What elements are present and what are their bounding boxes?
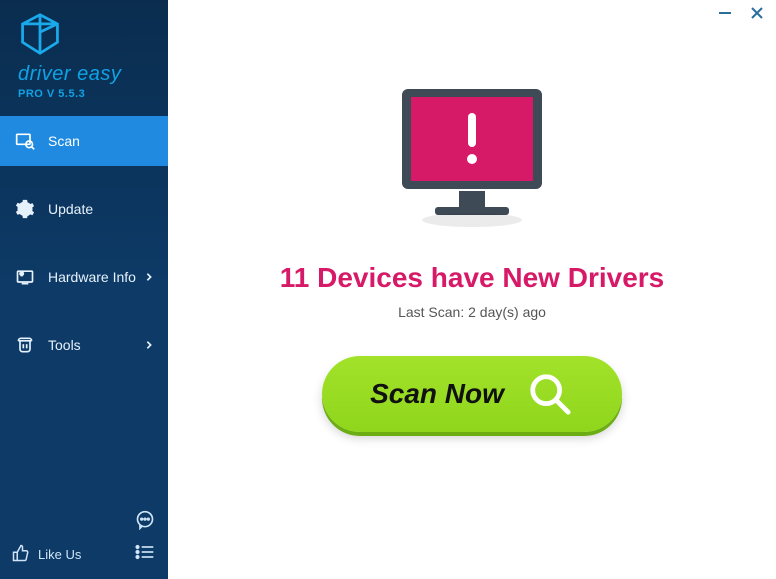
chat-icon xyxy=(135,510,155,535)
sidebar-nav: Scan Update i xyxy=(0,116,168,388)
sidebar-item-hardware[interactable]: i Hardware Info xyxy=(0,252,168,302)
hardware-info-icon: i xyxy=(14,266,36,288)
sidebar-item-update[interactable]: Update xyxy=(0,184,168,234)
sidebar-item-label: Tools xyxy=(48,337,144,353)
svg-text:i: i xyxy=(21,271,22,276)
close-button[interactable] xyxy=(748,6,766,24)
scan-icon xyxy=(14,130,36,152)
titlebar-controls xyxy=(716,6,766,24)
footer-icon-group xyxy=(134,511,156,565)
sidebar-item-label: Scan xyxy=(48,133,154,149)
sidebar-item-tools[interactable]: Tools xyxy=(0,320,168,370)
thumbs-up-icon xyxy=(12,544,30,565)
menu-button[interactable] xyxy=(134,543,156,565)
gear-icon xyxy=(14,198,36,220)
app-window: driver easy PRO V 5.5.3 Scan xyxy=(0,0,776,579)
status-illustration xyxy=(382,80,562,240)
status-headline: 11 Devices have New Drivers xyxy=(280,262,664,294)
like-us-button[interactable]: Like Us xyxy=(12,544,81,565)
content-area: 11 Devices have New Drivers Last Scan: 2… xyxy=(168,0,776,432)
minimize-icon xyxy=(718,6,732,25)
sidebar-item-label: Hardware Info xyxy=(48,269,144,285)
scan-now-label: Scan Now xyxy=(370,378,504,410)
sidebar-item-scan[interactable]: Scan xyxy=(0,116,168,166)
last-scan-text: Last Scan: 2 day(s) ago xyxy=(398,304,546,320)
sidebar-footer: Like Us xyxy=(0,501,168,579)
close-icon xyxy=(750,6,764,25)
app-logo-icon xyxy=(18,12,168,61)
brand-name: driver easy xyxy=(18,63,168,86)
list-icon xyxy=(135,543,155,566)
minimize-button[interactable] xyxy=(716,6,734,24)
scan-now-button[interactable]: Scan Now xyxy=(322,356,622,432)
brand-version: PRO V 5.5.3 xyxy=(18,88,168,100)
feedback-button[interactable] xyxy=(134,511,156,533)
monitor-alert-icon xyxy=(387,83,557,238)
chevron-right-icon xyxy=(144,272,154,282)
sidebar-item-label: Update xyxy=(48,201,154,217)
magnifier-icon xyxy=(526,370,574,418)
main-panel: 11 Devices have New Drivers Last Scan: 2… xyxy=(168,0,776,579)
tools-icon xyxy=(14,334,36,356)
chevron-right-icon xyxy=(144,340,154,350)
brand-block: driver easy PRO V 5.5.3 xyxy=(0,0,168,110)
like-us-label: Like Us xyxy=(38,547,81,562)
sidebar: driver easy PRO V 5.5.3 Scan xyxy=(0,0,168,579)
